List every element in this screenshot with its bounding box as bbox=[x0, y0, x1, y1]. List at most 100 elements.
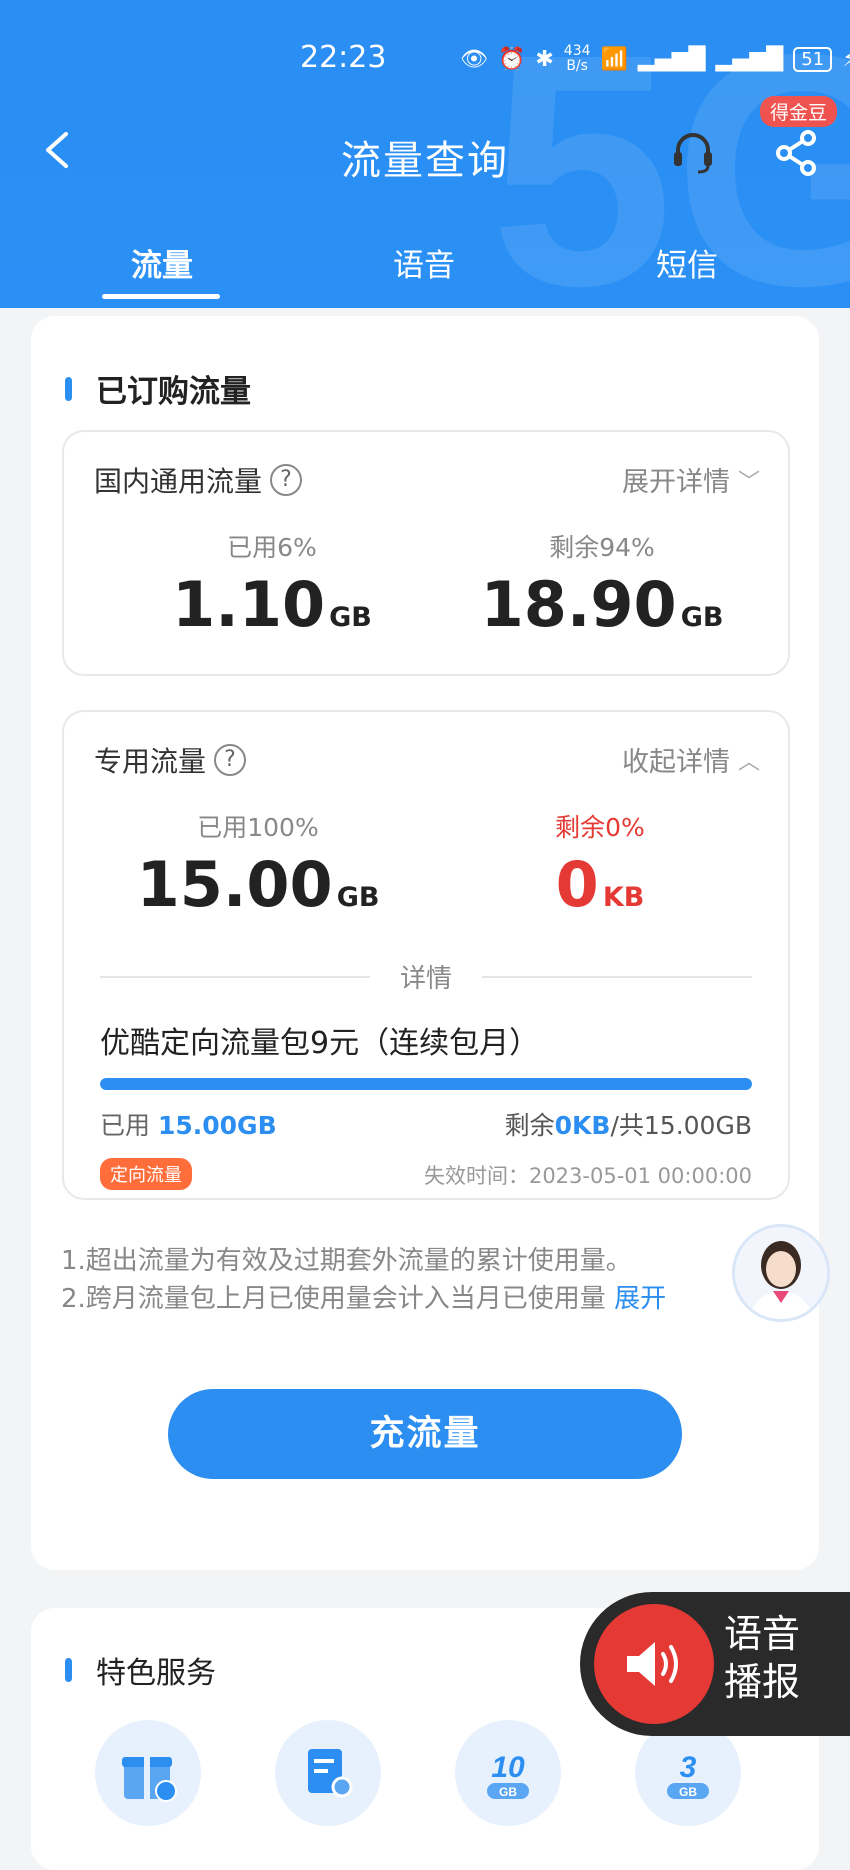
domestic-used-value: 1.10 GB bbox=[112, 568, 432, 641]
assistant-avatar-image bbox=[735, 1227, 827, 1319]
voice-broadcast-button[interactable]: 语音 播报 bbox=[580, 1592, 850, 1736]
voice-broadcast-line-1: 语音 bbox=[724, 1612, 801, 1656]
signal-icon: ▂▄▆█ bbox=[637, 46, 706, 72]
special-data-box: 专用流量 ? 收起详情 ︿ 已用100% 15.00 GB 剩余0% 0 KB 详情… bbox=[62, 710, 790, 1200]
net-speed-unit: B/s bbox=[566, 58, 588, 74]
details-label: 详情 bbox=[400, 964, 453, 994]
special-remain-unit: KB bbox=[602, 882, 645, 913]
10gb-icon-unit: GB bbox=[499, 1785, 517, 1799]
tab-sms[interactable]: 短信 bbox=[597, 240, 777, 285]
package-used-amount: 15.00GB bbox=[157, 1111, 277, 1140]
3gb-icon-unit: GB bbox=[679, 1785, 697, 1799]
package-remain-prefix: 剩余 bbox=[504, 1111, 555, 1140]
usage-progress-fill bbox=[100, 1078, 752, 1090]
note-line-2-text: 2.跨月流量包上月已使用量会计入当月已使用量 bbox=[61, 1284, 606, 1314]
section-title-bar bbox=[65, 376, 72, 401]
directional-data-tag: 定向流量 bbox=[100, 1158, 192, 1190]
domestic-remain-label: 剩余94% bbox=[549, 533, 655, 562]
domestic-remain: 剩余94% 18.90 GB bbox=[442, 528, 762, 641]
tab-active-indicator bbox=[102, 294, 220, 299]
details-divider: 详情 bbox=[100, 958, 753, 995]
bill-search-icon[interactable] bbox=[275, 1720, 381, 1826]
section-title-bar bbox=[65, 1658, 72, 1682]
domestic-remain-value: 18.90 GB bbox=[442, 568, 762, 641]
share-icon[interactable] bbox=[772, 128, 820, 178]
special-used-number: 15.00 bbox=[136, 848, 333, 921]
domestic-title: 国内通用流量 ? bbox=[94, 460, 303, 500]
10gb-icon-text: 10 bbox=[491, 1751, 525, 1784]
tab-data[interactable]: 流量 bbox=[72, 240, 252, 285]
gift-icon[interactable] bbox=[95, 1720, 201, 1826]
notes-expand-link[interactable]: 展开 bbox=[614, 1284, 666, 1314]
net-speed: 434 B/s bbox=[564, 44, 591, 74]
recharge-data-button[interactable]: 充流量 bbox=[168, 1389, 682, 1479]
package-used-prefix: 已用 bbox=[100, 1111, 151, 1140]
eye-icon: 👁 bbox=[460, 46, 488, 72]
subscribed-data-card: 已订购流量 国内通用流量 ? 展开详情 ﹀ 已用6% 1.10 GB 剩余94% … bbox=[31, 316, 819, 1570]
divider-line bbox=[482, 975, 753, 978]
package-remain: 剩余0KB/共15.00GB bbox=[505, 1106, 752, 1142]
net-speed-value: 434 bbox=[563, 43, 591, 59]
services-title-text: 特色服务 bbox=[96, 1656, 216, 1691]
section-title: 已订购流量 bbox=[65, 366, 251, 411]
package-name: 优酷定向流量包9元（连续包月） bbox=[100, 1026, 540, 1061]
status-bar: 22:23 👁 ⏰ ✱ 434 B/s 📶 ▂▄▆█ ▂▄▆█ 51 ⚡ bbox=[0, 40, 850, 86]
special-remain-value: 0 KB bbox=[440, 848, 760, 921]
gold-bean-badge[interactable]: 得金豆 bbox=[760, 96, 838, 127]
services-title: 特色服务 bbox=[65, 1648, 216, 1692]
collapse-details-toggle[interactable]: 收起详情 ︿ bbox=[622, 740, 760, 779]
special-used-value: 15.00 GB bbox=[98, 848, 418, 921]
speaker-icon bbox=[594, 1604, 714, 1724]
special-title-text: 专用流量 bbox=[94, 745, 207, 778]
status-time: 22:23 bbox=[300, 40, 387, 75]
divider-line bbox=[100, 975, 370, 978]
domestic-remain-unit: GB bbox=[680, 602, 724, 633]
special-used-label: 已用100% bbox=[197, 813, 319, 842]
3gb-icon-text: 3 bbox=[680, 1751, 697, 1784]
alarm-icon: ⏰ bbox=[497, 46, 526, 72]
charging-icon: ⚡ bbox=[842, 46, 850, 72]
domestic-remain-number: 18.90 bbox=[480, 568, 677, 641]
domestic-used-number: 1.10 bbox=[172, 568, 326, 641]
page-title: 流量查询 bbox=[341, 138, 509, 184]
status-icons: 👁 ⏰ ✱ 434 B/s 📶 ▂▄▆█ ▂▄▆█ 51 ⚡ bbox=[460, 44, 850, 74]
services-icons: 10 GB 3 GB bbox=[95, 1720, 741, 1826]
chevron-up-icon: ︿ bbox=[737, 749, 760, 775]
tab-voice[interactable]: 语音 bbox=[334, 240, 514, 285]
domestic-title-text: 国内通用流量 bbox=[94, 465, 263, 498]
special-remain: 剩余0% 0 KB bbox=[440, 808, 760, 921]
note-line-2: 2.跨月流量包上月已使用量会计入当月已使用量 展开 bbox=[61, 1280, 771, 1318]
assistant-avatar[interactable] bbox=[732, 1224, 830, 1322]
bluetooth-icon: ✱ bbox=[535, 46, 554, 72]
special-title: 专用流量 ? bbox=[94, 740, 247, 780]
domestic-data-box: 国内通用流量 ? 展开详情 ﹀ 已用6% 1.10 GB 剩余94% 18.90 G… bbox=[62, 430, 790, 676]
expand-details-toggle[interactable]: 展开详情 ﹀ bbox=[622, 460, 760, 499]
package-remain-amount: 0KB bbox=[554, 1111, 611, 1140]
domestic-used-label: 已用6% bbox=[227, 533, 317, 562]
special-remain-label: 剩余0% bbox=[555, 813, 645, 842]
special-used-unit: GB bbox=[336, 882, 380, 913]
battery-icon: 51 bbox=[793, 46, 833, 72]
header: 5G 22:23 👁 ⏰ ✱ 434 B/s 📶 ▂▄▆█ ▂▄▆█ 51 ⚡ … bbox=[0, 0, 850, 308]
help-icon[interactable]: ? bbox=[214, 744, 247, 776]
customer-service-icon[interactable] bbox=[668, 128, 718, 178]
voice-broadcast-line-2: 播报 bbox=[724, 1660, 801, 1704]
10gb-icon[interactable]: 10 GB bbox=[455, 1720, 561, 1826]
section-title-text: 已订购流量 bbox=[96, 374, 251, 410]
domestic-used: 已用6% 1.10 GB bbox=[112, 528, 432, 641]
wifi-icon: 📶 bbox=[600, 46, 628, 72]
package-used: 已用 15.00GB bbox=[100, 1106, 277, 1142]
signal-icon-2: ▂▄▆█ bbox=[715, 46, 784, 72]
note-line-1: 1.超出流量为有效及过期套外流量的累计使用量。 bbox=[61, 1246, 632, 1276]
collapse-details-label: 收起详情 bbox=[621, 747, 730, 778]
package-total: /共15.00GB bbox=[610, 1111, 752, 1140]
voice-broadcast-label: 语音 播报 bbox=[724, 1610, 834, 1706]
domestic-used-unit: GB bbox=[329, 602, 372, 633]
notes: 1.超出流量为有效及过期套外流量的累计使用量。 2.跨月流量包上月已使用量会计入… bbox=[61, 1242, 771, 1318]
usage-progress-bar bbox=[100, 1078, 752, 1090]
special-remain-number: 0 bbox=[555, 848, 599, 921]
help-icon[interactable]: ? bbox=[270, 464, 303, 496]
chevron-down-icon: ﹀ bbox=[737, 469, 760, 495]
special-used: 已用100% 15.00 GB bbox=[98, 808, 418, 921]
tab-bar: 流量 语音 短信 bbox=[0, 232, 850, 302]
